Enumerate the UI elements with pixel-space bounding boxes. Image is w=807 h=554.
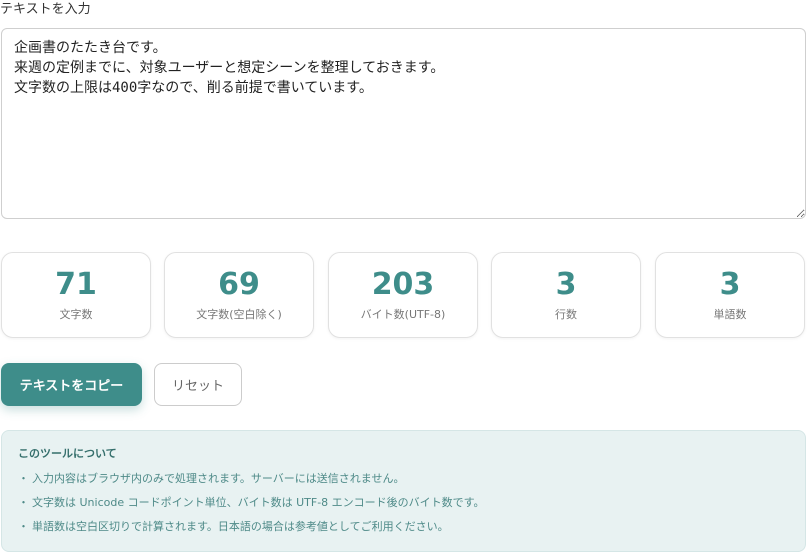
- info-item-word-count: ・ 単語数は空白区切りで計算されます。日本語の場合は参考値としてご利用ください。: [18, 519, 485, 543]
- bullet-icon: ・: [18, 496, 29, 509]
- stat-card-char-count: 71 文字数: [1, 252, 151, 338]
- text-input[interactable]: 企画書のたたき台です。 来週の定例までに、対象ユーザーと想定シーンを整理しておき…: [1, 28, 806, 219]
- info-item-text: 入力内容はブラウザ内のみで処理されます。サーバーには送信されません。: [32, 472, 405, 485]
- reset-button[interactable]: リセット: [154, 363, 242, 406]
- stat-value-char-count-no-space: 69: [218, 267, 260, 302]
- info-item-counting: ・ 文字数は Unicode コードポイント単位、バイト数は UTF-8 エンコ…: [18, 495, 485, 519]
- stat-card-word-count: 3 単語数: [655, 252, 805, 338]
- info-item-text: 文字数は Unicode コードポイント単位、バイト数は UTF-8 エンコード…: [32, 496, 485, 509]
- copy-text-button[interactable]: テキストをコピー: [1, 363, 142, 406]
- text-input-label: テキストを入力: [0, 2, 91, 17]
- stat-label-byte-count: バイト数(UTF-8): [360, 308, 446, 321]
- stat-label-line-count: 行数: [555, 308, 577, 321]
- info-panel: このツールについて ・ 入力内容はブラウザ内のみで処理されます。サーバーには送信…: [1, 430, 806, 552]
- stat-value-word-count: 3: [719, 267, 741, 302]
- bullet-icon: ・: [18, 520, 29, 533]
- stat-card-line-count: 3 行数: [491, 252, 641, 338]
- stat-label-word-count: 単語数: [713, 308, 747, 321]
- stat-card-char-count-no-space: 69 文字数(空白除く): [164, 252, 314, 338]
- stat-label-char-count: 文字数: [59, 308, 93, 321]
- info-item-privacy: ・ 入力内容はブラウザ内のみで処理されます。サーバーには送信されません。: [18, 471, 485, 495]
- info-list: ・ 入力内容はブラウザ内のみで処理されます。サーバーには送信されません。 ・ 文…: [18, 471, 485, 543]
- info-item-text: 単語数は空白区切りで計算されます。日本語の場合は参考値としてご利用ください。: [32, 520, 449, 533]
- stats-row: 71 文字数 69 文字数(空白除く) 203 バイト数(UTF-8) 3 行数…: [1, 252, 807, 339]
- info-title: このツールについて: [18, 447, 117, 460]
- stat-label-char-count-no-space: 文字数(空白除く): [196, 308, 282, 321]
- stat-value-char-count: 71: [55, 267, 97, 302]
- stat-card-byte-count: 203 バイト数(UTF-8): [328, 252, 478, 338]
- bullet-icon: ・: [18, 472, 29, 485]
- stat-value-line-count: 3: [555, 267, 577, 302]
- stat-value-byte-count: 203: [371, 267, 435, 302]
